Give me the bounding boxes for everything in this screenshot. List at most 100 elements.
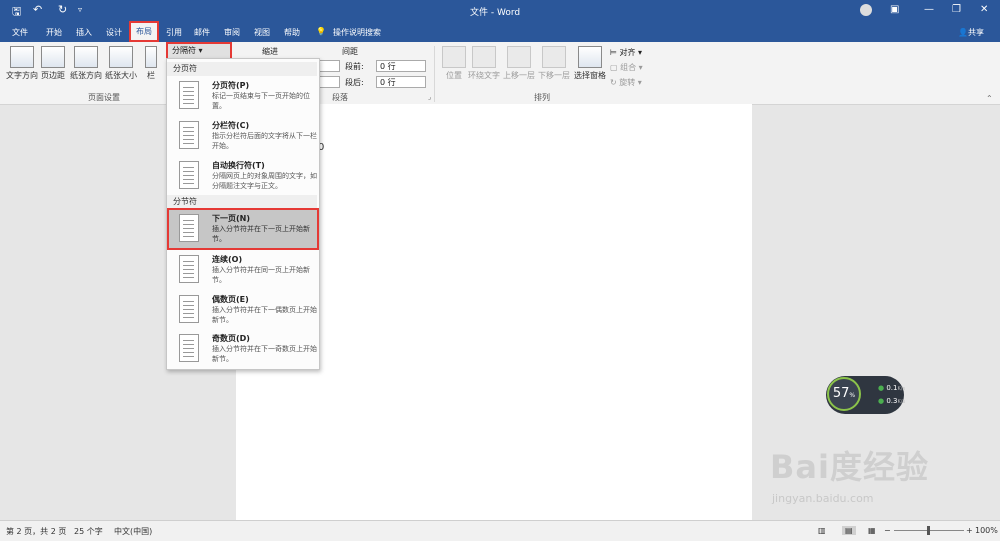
arrange-group-label: 排列 — [534, 93, 550, 102]
indent-right-input[interactable] — [318, 76, 340, 88]
orientation-button[interactable]: 纸张方向 — [70, 46, 102, 81]
page-breaks-section-header: 分页符 — [167, 62, 317, 76]
customize-icon[interactable]: ▿ — [78, 5, 82, 14]
minimize-icon[interactable]: — — [924, 4, 934, 15]
tab-file[interactable]: 文件 — [12, 27, 28, 38]
align-button[interactable]: ⊨ 对齐 ▾ — [610, 47, 642, 58]
wrap-text-button[interactable]: 环绕文字 — [468, 46, 500, 81]
columns-button[interactable]: 栏 — [145, 46, 157, 81]
ribbon-display-icon[interactable]: ▣ — [890, 4, 899, 15]
size-label: 纸张大小 — [105, 71, 137, 80]
group-button[interactable]: ▢ 组合 ▾ — [610, 62, 643, 73]
size-button[interactable]: 纸张大小 — [105, 46, 137, 81]
close-icon[interactable]: ✕ — [980, 4, 988, 15]
menu-item-title: 偶数页(E) — [212, 295, 249, 304]
status-bar: 第 2 页，共 2 页 25 个字 中文(中国) ▥ ▤ ▦ − + 100% — [0, 520, 1000, 541]
tell-me-search[interactable]: 操作说明搜索 — [333, 27, 381, 38]
restore-icon[interactable]: ❐ — [952, 4, 961, 15]
zoom-in-icon[interactable]: + — [966, 526, 973, 535]
continuous-icon — [179, 255, 199, 283]
print-layout-icon[interactable]: ▤ — [842, 526, 856, 535]
rotate-label: 旋转 — [619, 78, 636, 87]
title-bar: 🖫 ↶ ↻ ▿ 文件 - Word ▣ — ❐ ✕ — [0, 0, 1000, 22]
save-icon[interactable]: 🖫 — [12, 3, 21, 22]
spacing-after-input[interactable]: 0 行 — [376, 76, 426, 88]
share-label: 共享 — [967, 28, 984, 37]
page-break-icon — [179, 81, 199, 109]
menu-item-odd-page[interactable]: 奇数页(D) 插入分节符并在下一奇数页上开始新节。 — [169, 330, 317, 368]
menu-item-continuous[interactable]: 连续(O) 插入分节符并在同一页上开始新节。 — [169, 251, 317, 289]
tab-insert[interactable]: 插入 — [76, 27, 92, 38]
zoom-slider-thumb[interactable] — [927, 526, 930, 535]
language[interactable]: 中文(中国) — [114, 526, 152, 537]
orientation-label: 纸张方向 — [70, 71, 102, 80]
position-label: 位置 — [446, 71, 462, 80]
tab-help[interactable]: 帮助 — [284, 27, 300, 38]
percent-sign: % — [849, 392, 856, 399]
position-icon — [442, 46, 466, 68]
watermark-url: jingyan.baidu.com — [772, 492, 874, 505]
redo-icon[interactable]: ↻ — [58, 3, 67, 16]
page-count[interactable]: 第 2 页，共 2 页 — [6, 526, 66, 537]
text-direction-button[interactable]: 文字方向 — [6, 46, 38, 81]
tab-references[interactable]: 引用 — [166, 27, 182, 38]
zoom-level[interactable]: 100% — [975, 526, 998, 535]
word-count[interactable]: 25 个字 — [74, 526, 103, 537]
menu-item-desc: 标记一页结束与下一页开始的位置。 — [212, 92, 310, 110]
user-avatar[interactable] — [860, 4, 872, 16]
selection-pane-label: 选择窗格 — [574, 71, 606, 80]
upload-speed: ● 0.1K/s — [878, 384, 905, 392]
spacing-before-input[interactable]: 0 行 — [376, 60, 426, 72]
even-page-icon — [179, 295, 199, 323]
download-speed: ● 0.3K/s — [878, 397, 905, 405]
zoom-out-icon[interactable]: − — [884, 526, 891, 535]
orientation-icon — [74, 46, 98, 68]
upload-unit: K/s — [897, 386, 906, 392]
spacing-label: 间距 — [342, 47, 358, 56]
menu-item-even-page[interactable]: 偶数页(E) 插入分节符并在下一偶数页上开始新节。 — [169, 291, 317, 329]
send-backward-button[interactable]: 下移一层 — [538, 46, 570, 81]
menu-item-desc: 插入分节符并在下一页上开始新节。 — [212, 225, 310, 243]
menu-item-title: 分页符(P) — [212, 81, 250, 90]
paragraph-launcher-icon[interactable]: ⌟ — [428, 93, 431, 101]
send-backward-label: 下移一层 — [538, 71, 570, 80]
menu-item-desc: 插入分节符并在下一偶数页上开始新节。 — [212, 306, 317, 324]
download-icon: ● — [878, 397, 885, 405]
selection-pane-icon — [578, 46, 602, 68]
tab-design[interactable]: 设计 — [106, 27, 122, 38]
tab-home[interactable]: 开始 — [46, 27, 62, 38]
menu-item-title: 下一页(N) — [212, 214, 251, 223]
upload-icon: ● — [878, 384, 885, 392]
share-button[interactable]: 👤共享 — [958, 27, 984, 38]
bring-forward-button[interactable]: 上移一层 — [503, 46, 535, 81]
rotate-button[interactable]: ↻ 旋转 ▾ — [610, 77, 642, 88]
odd-page-icon — [179, 334, 199, 362]
network-speed-widget[interactable]: 57% ● 0.1K/s ● 0.3K/s — [826, 376, 905, 414]
web-layout-icon[interactable]: ▦ — [868, 526, 876, 535]
menu-item-page-break[interactable]: 分页符(P) 标记一页结束与下一页开始的位置。 — [169, 77, 317, 115]
menu-item-title: 连续(O) — [212, 255, 243, 264]
menu-item-column-break[interactable]: 分栏符(C) 指示分栏符后面的文字将从下一栏开始。 — [169, 117, 317, 155]
collapse-ribbon-icon[interactable]: ⌃ — [986, 94, 993, 103]
ribbon: 文字方向 页边距 纸张方向 纸张大小 栏 分隔符 ▾ 页面设置 缩进 间距 段前… — [0, 42, 1000, 105]
wrap-text-label: 环绕文字 — [468, 71, 500, 80]
columns-label: 栏 — [147, 71, 155, 80]
menu-item-desc: 分隔网页上的对象周围的文字，如分隔题注文字与正文。 — [212, 172, 317, 190]
column-break-icon — [179, 121, 199, 149]
menu-item-text-wrapping-break[interactable]: 自动换行符(T) 分隔网页上的对象周围的文字，如分隔题注文字与正文。 — [169, 157, 317, 195]
margins-button[interactable]: 页边距 — [41, 46, 65, 81]
ribbon-tabs: 文件 开始 插入 设计 布局 引用 邮件 审阅 视图 帮助 💡 操作说明搜索 👤… — [0, 21, 1000, 42]
tab-view[interactable]: 视图 — [254, 27, 270, 38]
indent-left-input[interactable] — [318, 60, 340, 72]
selection-pane-button[interactable]: 选择窗格 — [574, 46, 606, 81]
tab-layout[interactable]: 布局 — [129, 21, 159, 42]
menu-item-next-page[interactable]: 下一页(N) 插入分节符并在下一页上开始新节。 — [167, 208, 319, 250]
breaks-button[interactable]: 分隔符 ▾ — [166, 42, 232, 60]
tab-review[interactable]: 审阅 — [224, 27, 240, 38]
align-label: 对齐 — [619, 48, 636, 57]
position-button[interactable]: 位置 — [442, 46, 466, 81]
read-mode-icon[interactable]: ▥ — [818, 526, 826, 535]
tab-mailings[interactable]: 邮件 — [194, 27, 210, 38]
menu-item-title: 奇数页(D) — [212, 334, 250, 343]
undo-icon[interactable]: ↶ — [33, 3, 42, 16]
